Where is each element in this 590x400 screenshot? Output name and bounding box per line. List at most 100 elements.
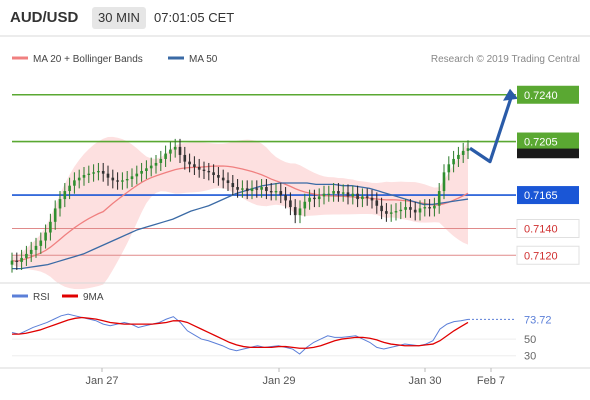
candle-body xyxy=(58,199,62,209)
time-tick-label: Jan 29 xyxy=(262,375,295,387)
time-tick-label: Jan 27 xyxy=(85,375,118,387)
candle-body xyxy=(116,180,119,182)
candle-body xyxy=(106,173,110,178)
candle-body xyxy=(265,187,268,192)
candle-body xyxy=(313,197,316,200)
candle-body xyxy=(197,166,201,170)
candle-body xyxy=(159,158,163,163)
candle-body xyxy=(457,154,460,159)
candle-body xyxy=(10,260,14,265)
time-tick-label: Feb 7 xyxy=(477,375,505,387)
candle-body xyxy=(145,168,148,171)
rsi-panel: 50 30 73.72 xyxy=(11,313,552,363)
candle-body xyxy=(447,164,451,173)
candle-body xyxy=(385,211,388,214)
candle-body xyxy=(231,183,235,188)
level-labels: 0.72400.72050.71650.71400.71200.7205 xyxy=(516,85,580,265)
candle-body xyxy=(207,170,211,173)
candle-body xyxy=(82,175,86,178)
candle-body xyxy=(380,205,383,212)
rsi-ma-line xyxy=(12,316,469,349)
rsi-legend: RSI 9MA xyxy=(12,292,104,303)
candle-body xyxy=(169,149,172,154)
candle-body xyxy=(140,170,143,174)
candle-body xyxy=(15,260,19,262)
rsi-legend-label: RSI xyxy=(33,292,50,303)
candle-body xyxy=(188,161,191,165)
ma20-legend-label: MA 20 + Bollinger Bands xyxy=(33,54,143,65)
candle-body xyxy=(25,253,28,258)
candle-body xyxy=(375,200,379,206)
candle-body xyxy=(394,211,398,213)
candle-body xyxy=(173,146,177,150)
candle-body xyxy=(322,193,326,197)
level-label-text: 0.7140 xyxy=(524,224,558,236)
candle-body xyxy=(221,177,225,181)
bollinger-band-fill xyxy=(12,136,468,290)
chart-legend: MA 20 + Bollinger Bands MA 50 Research ©… xyxy=(12,54,580,65)
last-price-tag: 0.7205 xyxy=(517,132,579,159)
candle-body xyxy=(226,180,230,184)
candle-body xyxy=(121,180,124,182)
candle-body xyxy=(303,201,307,209)
candle-body xyxy=(49,221,52,233)
candle-body xyxy=(279,191,283,196)
level-label-pivot: 0.7165 xyxy=(517,186,579,205)
rsi-line xyxy=(11,313,469,355)
candle-body xyxy=(135,173,139,177)
candle-body xyxy=(284,195,287,201)
candle-body xyxy=(130,176,134,180)
candle-body xyxy=(404,207,407,210)
candle-body xyxy=(274,191,278,193)
candle-body xyxy=(361,196,364,200)
candle-body xyxy=(437,191,441,206)
candle-body xyxy=(212,172,215,175)
candle-body xyxy=(20,257,23,262)
candle-body xyxy=(73,180,76,186)
forecast-path xyxy=(469,94,514,164)
candle-body xyxy=(298,208,302,216)
candle-body xyxy=(236,187,239,190)
candle-body xyxy=(466,148,470,151)
candle-body xyxy=(202,169,206,171)
level-label-text: 0.7240 xyxy=(524,90,558,102)
candle-body xyxy=(409,207,412,210)
candle-body xyxy=(68,185,71,192)
candle-body xyxy=(241,188,244,190)
price-chart: MA 20 + Bollinger Bands MA 50 Research ©… xyxy=(0,35,590,387)
candle-body xyxy=(317,196,321,200)
candle-body xyxy=(423,207,427,209)
forecast-arrow xyxy=(469,88,518,164)
candle-body xyxy=(53,208,57,222)
candle-body xyxy=(351,193,355,197)
candle-body xyxy=(413,209,417,213)
candle-body xyxy=(452,158,455,165)
candle-body xyxy=(418,208,422,213)
candle-body xyxy=(370,197,374,201)
candle-body xyxy=(39,240,43,246)
candle-body xyxy=(399,209,403,212)
candle-body xyxy=(255,188,259,190)
level-label-text: 0.7120 xyxy=(524,250,558,262)
candle-body xyxy=(337,191,340,194)
candle-body xyxy=(346,192,350,197)
candle-body xyxy=(193,164,196,167)
research-credit: Research © 2019 Trading Central xyxy=(431,54,580,65)
candle-body xyxy=(389,212,393,214)
candle-body xyxy=(34,245,38,250)
last-price-overlap-label: 0.7205 xyxy=(524,137,558,149)
candle-body xyxy=(154,162,158,166)
candle-body xyxy=(87,173,91,175)
ma9-legend-label: 9MA xyxy=(83,292,104,303)
candle-body xyxy=(183,154,187,162)
rsi-tick-label: 30 xyxy=(524,351,536,363)
candle-body xyxy=(97,170,100,173)
level-label-text: 0.7165 xyxy=(524,190,558,202)
time-axis: Jan 27 Jan 29 Jan 30 Feb 7 xyxy=(85,368,505,387)
candle-body xyxy=(461,150,465,155)
candle-body xyxy=(332,191,335,194)
candle-body xyxy=(428,207,431,209)
candle-body xyxy=(217,175,220,178)
level-label-support: 0.7120 xyxy=(516,245,580,265)
level-label-support: 0.7140 xyxy=(516,219,580,238)
